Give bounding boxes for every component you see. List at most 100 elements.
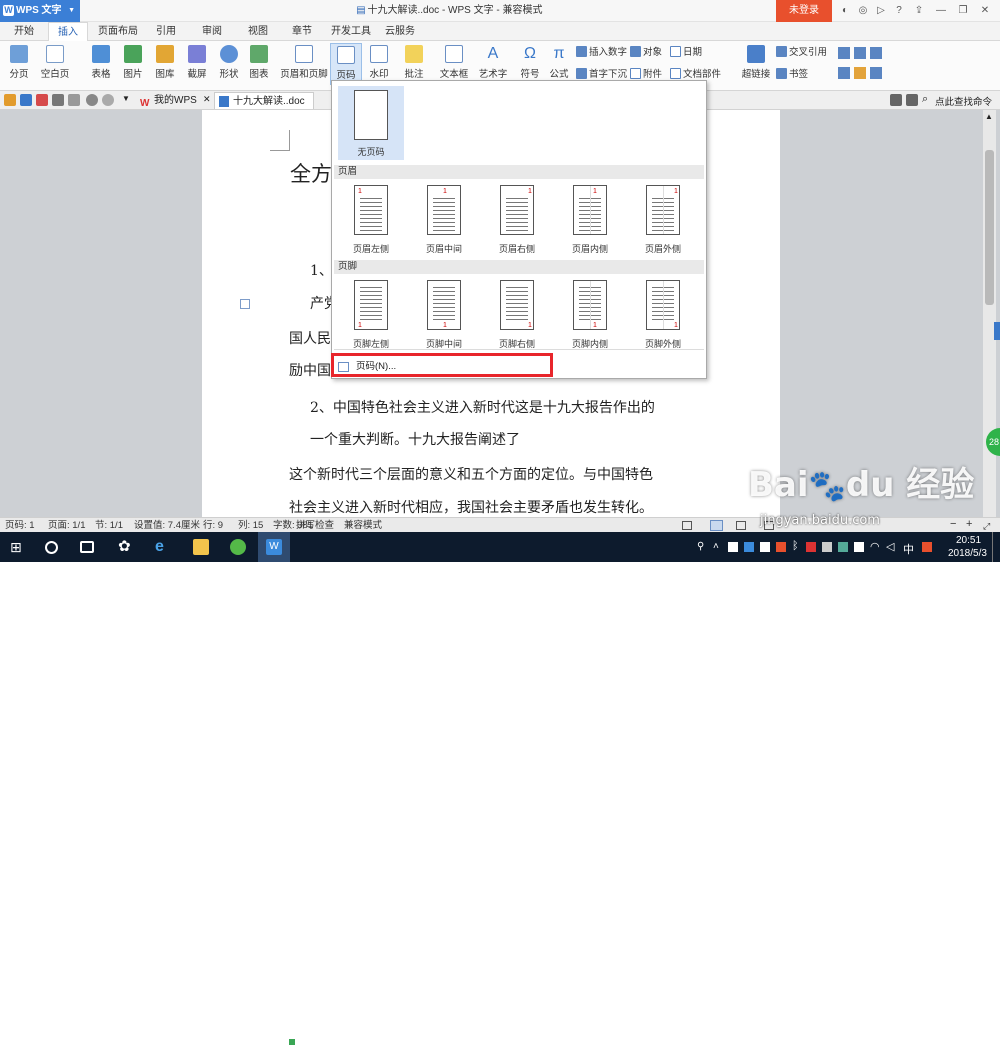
skin-icon[interactable]: ◐ — [838, 4, 852, 18]
object-button[interactable]: 对象 — [630, 46, 662, 59]
header-outside-option[interactable]: 1 页眉外侧 — [630, 181, 696, 257]
tray-icon[interactable] — [922, 542, 932, 552]
tab-chapter[interactable]: 章节 — [284, 22, 320, 41]
header-footer-button[interactable]: 页眉和页脚 — [280, 43, 328, 80]
ime-indicator[interactable]: 中 — [903, 541, 914, 557]
fan-icon[interactable]: ✿ — [118, 539, 134, 555]
tray-icon[interactable] — [806, 542, 816, 552]
formula-button[interactable]: π 公式 — [546, 43, 572, 80]
preview-icon[interactable] — [68, 94, 80, 106]
tray-icon[interactable] — [760, 542, 770, 552]
redo-icon[interactable] — [102, 94, 114, 106]
undo-icon[interactable] — [86, 94, 98, 106]
wps-writer-icon[interactable]: W — [266, 539, 282, 555]
people-icon[interactable]: ⚲ — [697, 541, 704, 552]
volume-icon[interactable]: ◁ — [886, 540, 894, 553]
upload-icon[interactable]: ⇪ — [912, 4, 926, 18]
tab-developer[interactable]: 开发工具 — [326, 22, 376, 41]
textbox-button[interactable]: 文本框 — [436, 43, 472, 80]
footer-inside-option[interactable]: 1 页脚内侧 — [557, 276, 623, 352]
form-icon[interactable] — [838, 67, 850, 79]
skin-icon[interactable] — [890, 94, 902, 106]
fullscreen-icon[interactable] — [682, 521, 692, 530]
hyperlink-button[interactable]: 超链接 — [740, 43, 772, 80]
symbol-button[interactable]: Ω 符号 — [514, 43, 546, 80]
header-right-option[interactable]: 1 页眉右侧 — [484, 181, 550, 257]
feedback-icon[interactable]: ◎ — [856, 4, 870, 18]
tray-icon[interactable] — [838, 542, 848, 552]
tab-document[interactable]: 十九大解读..doc — [214, 92, 314, 109]
form-icon[interactable] — [854, 67, 866, 79]
tab-page-layout[interactable]: 页面布局 — [94, 22, 142, 41]
page-number-none-option[interactable]: 无页码 — [338, 86, 404, 160]
tab-cloud[interactable]: 云服务 — [380, 22, 420, 41]
tab-my-wps[interactable]: W 我的WPS — [136, 92, 202, 109]
export-pdf-icon[interactable] — [36, 94, 48, 106]
open-icon[interactable] — [4, 94, 16, 106]
browser-360-icon[interactable] — [230, 539, 246, 555]
show-desktop-button[interactable] — [992, 532, 993, 562]
form-icon[interactable] — [854, 47, 866, 59]
tab-insert[interactable]: 插入 — [48, 22, 88, 42]
task-view-icon[interactable] — [80, 541, 94, 553]
tab-references[interactable]: 引用 — [148, 22, 184, 41]
shapes-button[interactable]: 形状 — [214, 43, 244, 80]
tray-icon[interactable] — [854, 542, 864, 552]
footer-outside-option[interactable]: 1 页脚外侧 — [630, 276, 696, 352]
tray-icon[interactable] — [744, 542, 754, 552]
tab-view[interactable]: 视图 — [240, 22, 276, 41]
tab-home[interactable]: 开始 — [6, 22, 42, 41]
table-button[interactable]: 表格 — [86, 43, 116, 80]
clock-time[interactable]: 20:51 — [956, 535, 981, 546]
form-icon[interactable] — [870, 47, 882, 59]
login-button[interactable]: 未登录 — [776, 0, 832, 22]
windows-start-icon[interactable]: ⊞ — [10, 539, 26, 555]
crossref-button[interactable]: 交叉引用 — [776, 46, 827, 59]
lock-icon[interactable] — [870, 67, 882, 79]
minimize-icon[interactable]: — — [934, 4, 948, 18]
picture-button[interactable]: 图片 — [118, 43, 148, 80]
tray-expand-icon[interactable]: ˄ — [713, 541, 719, 552]
spell-check-toggle[interactable]: 拼写检查 — [296, 519, 334, 532]
insert-number-button[interactable]: 插入数字 — [576, 46, 627, 59]
print-icon[interactable] — [52, 94, 64, 106]
app-menu-button[interactable]: W WPS 文字 ▼ — [0, 0, 80, 22]
scroll-up-icon[interactable]: ▲ — [985, 112, 993, 121]
settings-icon[interactable] — [906, 94, 918, 106]
bookmark-button[interactable]: 书签 — [776, 68, 808, 81]
close-icon[interactable]: ✕ — [203, 94, 211, 105]
date-button[interactable]: 日期 — [670, 46, 702, 59]
watermark-button[interactable]: 水印 — [364, 43, 394, 80]
restore-icon[interactable]: ❐ — [956, 4, 970, 18]
help-icon[interactable]: ? — [892, 4, 906, 18]
folder-icon[interactable] — [193, 539, 209, 555]
side-panel-toggle[interactable] — [994, 322, 1000, 340]
tray-icon[interactable] — [728, 542, 738, 552]
screenshot-button[interactable]: 截屏 — [182, 43, 212, 80]
chart-button[interactable]: 图表 — [246, 43, 272, 80]
clock-date[interactable]: 2018/5/3 — [948, 548, 987, 559]
web-view-icon[interactable] — [736, 521, 746, 530]
header-center-option[interactable]: 1 页眉中间 — [411, 181, 477, 257]
form-icon[interactable] — [838, 47, 850, 59]
tray-icon[interactable] — [776, 542, 786, 552]
edge-icon[interactable]: e — [155, 539, 171, 555]
close-icon[interactable]: ✕ — [978, 4, 992, 18]
footer-right-option[interactable]: 1 页脚右侧 — [484, 276, 550, 352]
command-search-input[interactable]: 点此查找命令 — [935, 94, 992, 108]
blank-page-button[interactable]: 空白页 — [36, 43, 74, 80]
comment-button[interactable]: 批注 — [400, 43, 428, 80]
save-icon[interactable] — [20, 94, 32, 106]
footer-center-option[interactable]: 1 页脚中间 — [411, 276, 477, 352]
wifi-icon[interactable]: ◠ — [870, 540, 880, 553]
wordart-button[interactable]: A 艺术字 — [476, 43, 510, 80]
scrollbar-thumb[interactable] — [985, 150, 994, 305]
page-break-button[interactable]: 分页 — [4, 43, 34, 80]
page-number-button[interactable]: 页码 — [330, 43, 362, 85]
page-view-icon[interactable] — [710, 520, 723, 531]
paragraph-mark-icon[interactable] — [240, 299, 250, 309]
share-icon[interactable]: ▷ — [874, 4, 888, 18]
tab-review[interactable]: 审阅 — [194, 22, 230, 41]
bluetooth-icon[interactable]: ᛒ — [792, 540, 799, 552]
footer-left-option[interactable]: 1 页脚左侧 — [338, 276, 404, 352]
